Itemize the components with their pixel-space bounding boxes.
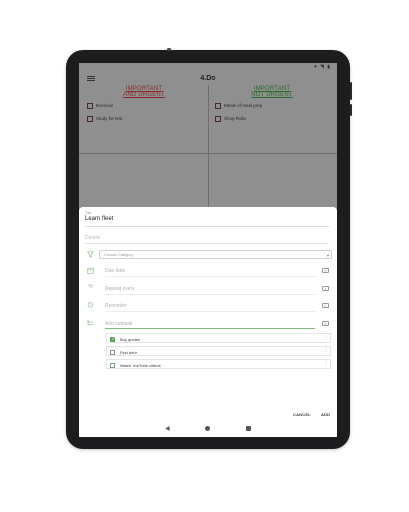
app-title: 4.Do xyxy=(200,75,216,82)
subtask-checkbox[interactable] xyxy=(110,362,115,368)
subtask-item[interactable]: Watch YouTube videos ⋮ xyxy=(106,359,331,369)
due-date-field[interactable]: Due date xyxy=(105,268,125,274)
subtask-text: Watch YouTube videos xyxy=(120,363,161,368)
task-item[interactable]: Shop Rollo xyxy=(215,116,246,122)
subtask-item[interactable]: Buy quotes ⋮ xyxy=(106,333,331,343)
task-checkbox[interactable] xyxy=(215,103,221,109)
reminder-underline xyxy=(105,311,317,312)
task-checkbox[interactable] xyxy=(215,116,221,122)
task-label: Shop Rollo xyxy=(224,116,247,122)
subtask-text: Find tutor xyxy=(120,350,137,355)
chevron-down-icon: ▾ xyxy=(326,252,329,258)
clear-icon[interactable]: × xyxy=(322,286,329,291)
task-checkbox[interactable] xyxy=(87,116,93,122)
task-label: Study for test xyxy=(96,116,123,122)
title-field-label: Title xyxy=(85,211,92,215)
calendar-icon xyxy=(87,267,94,274)
app-bar: 4.Do xyxy=(79,71,337,85)
back-triangle-icon[interactable]: ◀ xyxy=(165,425,170,432)
repeat-field[interactable]: Repeat every xyxy=(105,286,135,292)
quadrant-title-line2: NOT URGENT xyxy=(251,92,293,98)
quadrant-divider-vertical xyxy=(208,85,209,215)
clear-icon[interactable]: × xyxy=(322,268,329,273)
add-subtask-underline xyxy=(105,328,315,329)
more-vertical-icon[interactable]: ⋮ xyxy=(324,335,328,339)
due-date-underline xyxy=(105,276,317,277)
add-button[interactable]: ADD xyxy=(321,412,330,417)
subtask-icon xyxy=(87,319,94,326)
more-vertical-icon[interactable]: ⋮ xyxy=(324,361,328,365)
alarm-icon xyxy=(87,301,94,308)
subtask-checkbox[interactable] xyxy=(110,349,115,355)
task-label: Meals of meal prep xyxy=(224,103,263,109)
task-item[interactable]: Meals of meal prep xyxy=(215,103,262,109)
quadrant-title-important-urgent: IMPORTANT AND URGENT xyxy=(109,86,179,98)
home-circle-icon[interactable] xyxy=(205,426,210,431)
filter-icon xyxy=(86,251,95,258)
system-nav-bar: ◀ xyxy=(79,423,337,435)
front-camera xyxy=(167,48,171,51)
category-select[interactable]: Choose Category ▾ xyxy=(99,250,332,259)
clear-icon[interactable]: × xyxy=(322,321,329,326)
title-underline xyxy=(85,226,329,227)
task-item[interactable]: Exercise xyxy=(87,103,113,109)
repeat-underline xyxy=(105,294,317,295)
quadrant-title-important-not-urgent: IMPORTANT NOT URGENT xyxy=(237,86,307,98)
category-selected-value: Choose Category xyxy=(104,253,134,257)
cancel-button[interactable]: CANCEL xyxy=(293,412,311,417)
details-underline xyxy=(85,243,329,244)
subtask-checkbox[interactable] xyxy=(110,336,115,342)
clear-icon[interactable]: × xyxy=(322,303,329,308)
title-input[interactable]: Learn fleet xyxy=(85,216,329,222)
volume-button xyxy=(350,82,352,100)
task-label: Exercise xyxy=(96,103,114,109)
recents-square-icon[interactable] xyxy=(246,426,251,431)
quadrant-divider-horizontal xyxy=(79,153,337,154)
reminder-field[interactable]: Reminder xyxy=(105,303,127,309)
details-input[interactable]: Details xyxy=(85,235,100,241)
subtask-item[interactable]: Find tutor ⋮ xyxy=(106,346,331,356)
task-item[interactable]: Study for test xyxy=(87,116,123,122)
task-checkbox[interactable] xyxy=(87,103,93,109)
add-task-sheet: Title Learn fleet Details Choose Categor… xyxy=(79,207,337,437)
quadrant-title-line2: AND URGENT xyxy=(123,92,165,98)
subtask-text: Buy quotes xyxy=(120,337,141,342)
power-button xyxy=(350,104,352,116)
repeat-icon: ⟲ xyxy=(87,284,94,290)
add-subtask-input[interactable]: Add subtask xyxy=(105,321,133,327)
status-bar: ▾ ◥ ▮ xyxy=(79,63,337,71)
more-vertical-icon[interactable]: ⋮ xyxy=(324,348,328,352)
status-icons: ▾ ◥ ▮ xyxy=(314,64,331,70)
